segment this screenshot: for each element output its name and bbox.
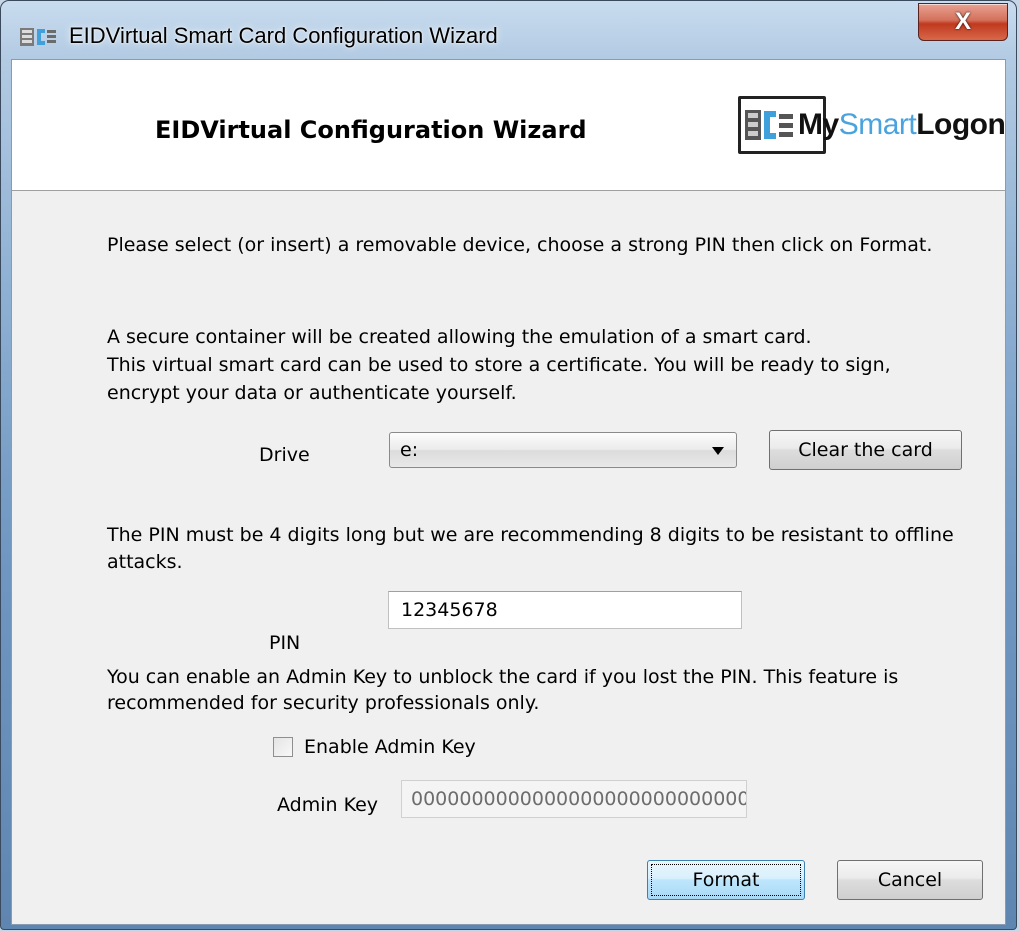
smartcard-app-icon bbox=[20, 28, 56, 46]
pin-note-line-1: The PIN must be 4 digits long but we are… bbox=[107, 524, 954, 546]
intro-text: Please select (or insert) a removable de… bbox=[107, 234, 933, 256]
drive-select-value: e: bbox=[400, 439, 419, 461]
drive-label: Drive bbox=[259, 444, 310, 466]
window-title: EIDVirtual Smart Card Configuration Wiza… bbox=[69, 23, 498, 48]
page-title: EIDVirtual Configuration Wizard bbox=[155, 116, 587, 144]
enable-admin-key-label[interactable]: Enable Admin Key bbox=[304, 736, 476, 758]
description-line-1: A secure container will be created allow… bbox=[107, 326, 812, 348]
smartcard-chip-icon bbox=[745, 110, 793, 140]
focus-rectangle bbox=[651, 864, 801, 896]
pin-field[interactable]: 12345678 bbox=[388, 591, 742, 629]
enable-admin-key-checkbox[interactable] bbox=[273, 737, 293, 757]
mysmartlogon-logo: MySmartLogon bbox=[738, 96, 1008, 158]
admin-key-label: Admin Key bbox=[277, 794, 379, 816]
pin-label: PIN bbox=[269, 632, 301, 654]
description-line-2: This virtual smart card can be used to s… bbox=[107, 354, 891, 376]
description-line-3: encrypt your data or authenticate yourse… bbox=[107, 382, 517, 404]
format-button[interactable]: Format bbox=[647, 860, 805, 900]
admin-note-line-1: You can enable an Admin Key to unblock t… bbox=[107, 666, 899, 688]
title-bar[interactable]: EIDVirtual Smart Card Configuration Wiza… bbox=[1, 1, 1016, 59]
drive-select[interactable]: e: bbox=[389, 432, 737, 468]
close-button[interactable]: X bbox=[918, 3, 1008, 41]
admin-key-field: 000000000000000000000000000000 bbox=[401, 780, 747, 818]
chevron-down-icon[interactable] bbox=[712, 447, 724, 455]
logo-wordmark: MySmartLogon bbox=[798, 108, 1006, 141]
admin-note-line-2: recommended for security professionals o… bbox=[107, 692, 540, 714]
wizard-header: EIDVirtual Configuration Wizard MySmartL… bbox=[12, 60, 1008, 191]
clear-card-button[interactable]: Clear the card bbox=[769, 430, 962, 470]
close-icon: X bbox=[954, 8, 971, 35]
cancel-button[interactable]: Cancel bbox=[837, 860, 983, 900]
pin-note-line-2: attacks. bbox=[107, 551, 183, 573]
wizard-window: EIDVirtual Smart Card Configuration Wiza… bbox=[0, 0, 1017, 930]
wizard-client-area: EIDVirtual Configuration Wizard MySmartL… bbox=[11, 59, 1006, 925]
